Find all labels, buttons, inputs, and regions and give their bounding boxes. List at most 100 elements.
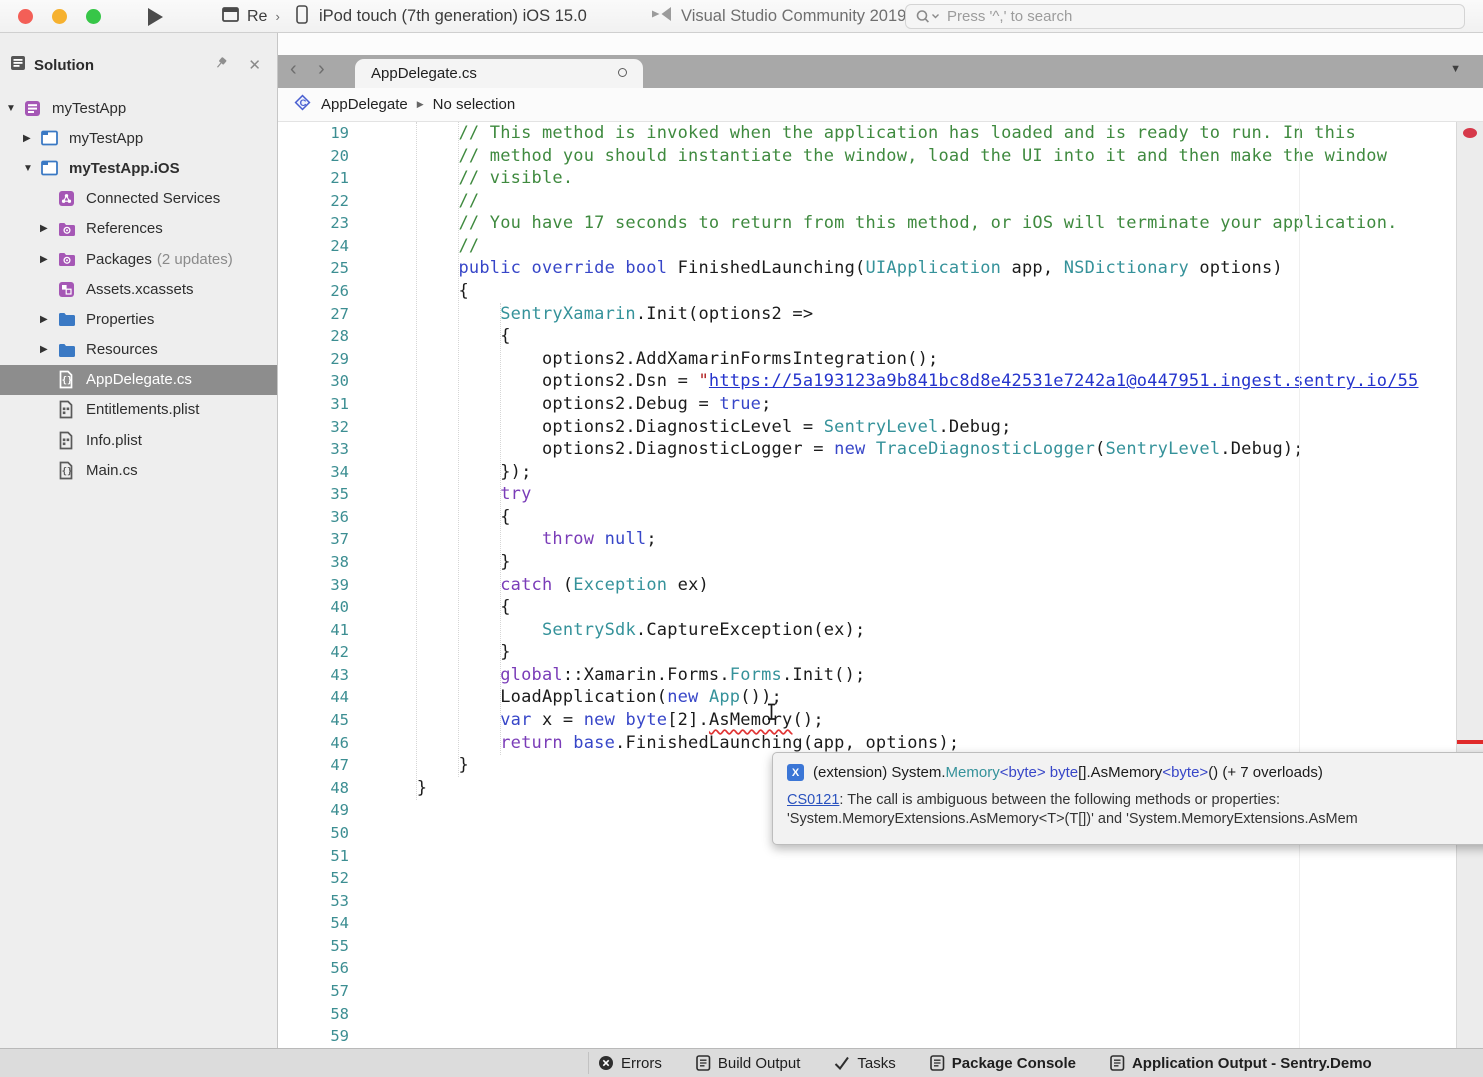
global-search-box[interactable] xyxy=(905,4,1465,29)
line-number[interactable]: 24 xyxy=(278,235,349,258)
code-line[interactable]: 36 { xyxy=(278,506,1483,529)
line-number[interactable]: 58 xyxy=(278,1003,349,1026)
code-line[interactable]: 35 try xyxy=(278,483,1483,506)
code-line[interactable]: 33 options2.DiagnosticLogger = new Trace… xyxy=(278,438,1483,461)
line-number[interactable]: 28 xyxy=(278,325,349,348)
line-number[interactable]: 27 xyxy=(278,303,349,326)
sidebar-item-mytestapp[interactable]: ▶myTestApp xyxy=(0,123,277,153)
code-line[interactable]: 19 // This method is invoked when the ap… xyxy=(278,122,1483,145)
line-number[interactable]: 47 xyxy=(278,754,349,777)
code-line[interactable]: 34 }); xyxy=(278,461,1483,484)
disclosure-right-icon[interactable]: ▶ xyxy=(40,223,58,234)
line-number[interactable]: 48 xyxy=(278,777,349,800)
code-line[interactable]: 56 xyxy=(278,957,1483,980)
code-line[interactable]: 55 xyxy=(278,935,1483,958)
line-number[interactable]: 55 xyxy=(278,935,349,958)
line-number[interactable]: 42 xyxy=(278,641,349,664)
code-line[interactable]: 40 { xyxy=(278,596,1483,619)
traffic-light-close-button[interactable] xyxy=(18,9,33,24)
line-number[interactable]: 51 xyxy=(278,845,349,868)
code-line[interactable]: 32 options2.DiagnosticLevel = SentryLeve… xyxy=(278,416,1483,439)
disclosure-right-icon[interactable]: ▶ xyxy=(23,133,41,144)
code-line[interactable]: 28 { xyxy=(278,325,1483,348)
line-number[interactable]: 50 xyxy=(278,822,349,845)
code-line[interactable]: 31 options2.Debug = true; xyxy=(278,393,1483,416)
code-line[interactable]: 53 xyxy=(278,890,1483,913)
line-number[interactable]: 33 xyxy=(278,438,349,461)
code-line[interactable]: 45 var x = new byte[2].AsMemory(); xyxy=(278,709,1483,732)
code-line[interactable]: 39 catch (Exception ex) xyxy=(278,574,1483,597)
code-line[interactable]: 44 LoadApplication(new App()); xyxy=(278,686,1483,709)
navigate-back-button[interactable]: ‹ xyxy=(290,58,297,81)
disclosure-down-icon[interactable]: ▼ xyxy=(6,103,24,114)
sidebar-item-packages[interactable]: ▶Packages(2 updates) xyxy=(0,244,277,274)
close-icon[interactable]: ✕ xyxy=(248,56,261,74)
code-editor[interactable]: 19 // This method is invoked when the ap… xyxy=(278,122,1483,1048)
code-line[interactable]: 46 return base.FinishedLaunching(app, op… xyxy=(278,732,1483,755)
code-line[interactable]: 27 SentryXamarin.Init(options2 => xyxy=(278,303,1483,326)
search-input[interactable] xyxy=(947,8,1427,25)
code-line[interactable]: 21 // visible. xyxy=(278,167,1483,190)
line-number[interactable]: 19 xyxy=(278,122,349,145)
line-number[interactable]: 36 xyxy=(278,506,349,529)
bottom-pad-build-output[interactable]: Build Output xyxy=(696,1055,801,1072)
code-line[interactable]: 38 } xyxy=(278,551,1483,574)
line-number[interactable]: 25 xyxy=(278,257,349,280)
code-line[interactable]: 51 xyxy=(278,845,1483,868)
line-number[interactable]: 32 xyxy=(278,416,349,439)
disclosure-right-icon[interactable]: ▶ xyxy=(40,254,58,265)
line-number[interactable]: 23 xyxy=(278,212,349,235)
code-line[interactable]: 43 global::Xamarin.Forms.Forms.Init(); xyxy=(278,664,1483,687)
line-number[interactable]: 31 xyxy=(278,393,349,416)
code-line[interactable]: 24 // xyxy=(278,235,1483,258)
disclosure-right-icon[interactable]: ▶ xyxy=(40,344,58,355)
code-line[interactable]: 26 { xyxy=(278,280,1483,303)
line-number[interactable]: 57 xyxy=(278,980,349,1003)
code-line[interactable]: 20 // method you should instantiate the … xyxy=(278,145,1483,168)
sidebar-item-references[interactable]: ▶References xyxy=(0,214,277,244)
line-number[interactable]: 52 xyxy=(278,867,349,890)
code-line[interactable]: 52 xyxy=(278,867,1483,890)
line-number[interactable]: 46 xyxy=(278,732,349,755)
navigate-forward-button[interactable]: › xyxy=(318,58,325,81)
traffic-light-maximize-button[interactable] xyxy=(86,9,101,24)
tab-appdelegate[interactable]: AppDelegate.cs xyxy=(355,59,643,88)
line-number[interactable]: 45 xyxy=(278,709,349,732)
code-line[interactable]: 54 xyxy=(278,912,1483,935)
line-number[interactable]: 26 xyxy=(278,280,349,303)
line-number[interactable]: 30 xyxy=(278,370,349,393)
traffic-light-minimize-button[interactable] xyxy=(52,9,67,24)
scrollbar-marker-strip[interactable] xyxy=(1456,122,1483,1048)
line-number[interactable]: 34 xyxy=(278,461,349,484)
bottom-pad-package-console[interactable]: Package Console xyxy=(930,1055,1076,1072)
line-number[interactable]: 20 xyxy=(278,145,349,168)
run-button[interactable] xyxy=(148,8,163,26)
line-number[interactable]: 59 xyxy=(278,1025,349,1048)
code-line[interactable]: 29 options2.AddXamarinFormsIntegration()… xyxy=(278,348,1483,371)
breadcrumb-class[interactable]: AppDelegate xyxy=(321,96,408,113)
sidebar-item-properties[interactable]: ▶Properties xyxy=(0,304,277,334)
breadcrumb-selection[interactable]: No selection xyxy=(433,96,516,113)
code-line[interactable]: 23 // You have 17 seconds to return from… xyxy=(278,212,1483,235)
sidebar-item-connected-services[interactable]: Connected Services xyxy=(0,184,277,214)
line-number[interactable]: 56 xyxy=(278,957,349,980)
line-number[interactable]: 35 xyxy=(278,483,349,506)
line-number[interactable]: 21 xyxy=(278,167,349,190)
line-number[interactable]: 44 xyxy=(278,686,349,709)
code-line[interactable]: 41 SentrySdk.CaptureException(ex); xyxy=(278,619,1483,642)
sidebar-item-mytestapp[interactable]: ▼myTestApp xyxy=(0,93,277,123)
code-line[interactable]: 42 } xyxy=(278,641,1483,664)
line-number[interactable]: 41 xyxy=(278,619,349,642)
sidebar-item-info-plist[interactable]: Info.plist xyxy=(0,425,277,455)
code-line[interactable]: 30 options2.Dsn = "https://5a193123a9b84… xyxy=(278,370,1483,393)
line-number[interactable]: 38 xyxy=(278,551,349,574)
pin-icon[interactable] xyxy=(214,56,228,75)
line-number[interactable]: 54 xyxy=(278,912,349,935)
bottom-pad-tasks[interactable]: Tasks xyxy=(834,1055,895,1072)
sidebar-item-main-cs[interactable]: {}Main.cs xyxy=(0,455,277,485)
code-line[interactable]: 58 xyxy=(278,1003,1483,1026)
code-line[interactable]: 59 xyxy=(278,1025,1483,1048)
bottom-pad-errors[interactable]: Errors xyxy=(598,1055,662,1072)
line-number[interactable]: 29 xyxy=(278,348,349,371)
line-number[interactable]: 22 xyxy=(278,190,349,213)
